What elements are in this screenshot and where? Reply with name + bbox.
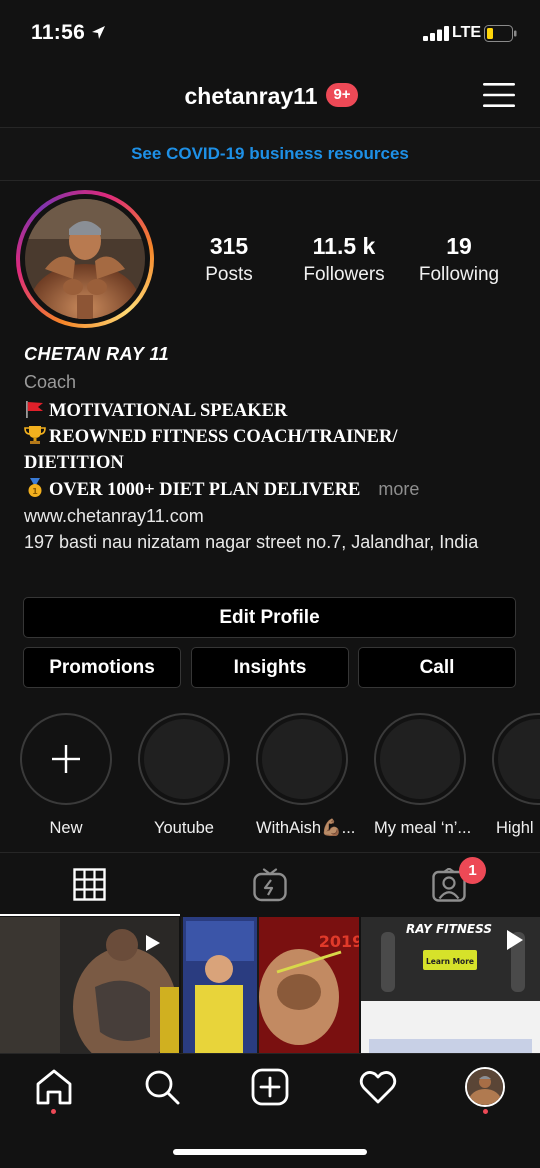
highlight-clip: Highl (492, 713, 540, 853)
bio-line-coach: REOWNED FITNESS COACH/TRAINER/ (24, 424, 524, 450)
post-brand-text: RAY FITNESS (406, 922, 492, 936)
profile-tab-bar (0, 852, 540, 916)
tagged-badge: 1 (459, 857, 486, 884)
bio-line1: MOTIVATIONAL SPEAKER (49, 401, 288, 421)
highlight-cover (498, 719, 540, 799)
post-thumbnail[interactable]: 2019 (181, 917, 359, 1055)
home-icon[interactable] (34, 1067, 74, 1107)
search-icon[interactable] (142, 1067, 182, 1107)
battery-icon (484, 25, 517, 42)
insights-button[interactable]: Insights (191, 647, 349, 688)
posts-value: 315 (209, 233, 249, 259)
highlight-cover (380, 719, 460, 799)
svg-text:1: 1 (32, 487, 38, 496)
profile-username[interactable]: chetanray11 (0, 83, 540, 110)
plus-icon (52, 745, 80, 773)
bio-more-link[interactable]: more (378, 479, 419, 499)
network-type: LTE (452, 24, 482, 41)
grid-icon (73, 868, 106, 901)
tab-grid[interactable] (0, 853, 180, 916)
following-value: 19 (446, 233, 472, 259)
menu-icon[interactable] (483, 82, 515, 108)
highlight-partial[interactable]: Highl (492, 713, 540, 838)
bio-line-diet: 1 OVER 1000+ DIET PLAN DELIVERE more (24, 476, 524, 503)
highlight-cover (262, 719, 342, 799)
post-cta-text: Learn More (426, 957, 474, 966)
bio-line-dietition: DIETITION (24, 453, 124, 473)
location-arrow-icon (92, 26, 105, 39)
active-tab-indicator (0, 914, 180, 916)
profile-header: chetanray11 9+ (0, 70, 540, 126)
trophy-icon (24, 426, 46, 444)
status-time: 11:56 (31, 21, 86, 44)
profile-avatar[interactable] (16, 190, 154, 328)
post-grid: 2019 RAY FITNESS Learn More (0, 917, 540, 1055)
highlight-circle (138, 713, 230, 805)
covid-resources-link[interactable]: See COVID-19 business resources (0, 127, 540, 181)
promotions-button[interactable]: Promotions (23, 647, 181, 688)
highlight-new[interactable]: New (20, 713, 112, 838)
highlight-label: New (49, 819, 83, 837)
tab-tagged[interactable] (360, 853, 540, 916)
profile-category: Coach (24, 372, 77, 392)
medal-icon: 1 (28, 478, 42, 497)
highlight-circle (256, 713, 348, 805)
highlight-withaish[interactable]: WithAish💪🏽... (256, 713, 356, 838)
highlight-youtube[interactable]: Youtube (138, 713, 230, 838)
bio-line4: OVER 1000+ DIET PLAN DELIVERE (49, 480, 361, 500)
highlight-my-meal[interactable]: My meal ‘n’... (374, 713, 472, 838)
highlight-label: WithAish💪🏽... (256, 819, 356, 837)
new-highlight-circle (20, 713, 112, 805)
post-thumbnail[interactable] (0, 917, 179, 1055)
highlight-label: Youtube (154, 819, 214, 837)
notification-badge[interactable]: 9+ (326, 83, 358, 107)
signal-icon (423, 26, 449, 41)
website-link[interactable]: www.chetanray11.com (24, 503, 524, 529)
profile-nav-avatar[interactable] (465, 1067, 505, 1107)
following-label: Following (418, 264, 500, 285)
heart-icon[interactable] (358, 1067, 398, 1107)
profile-active-dot (483, 1109, 488, 1114)
home-active-dot (51, 1109, 56, 1114)
home-indicator[interactable] (173, 1149, 367, 1155)
posts-label: Posts (205, 264, 253, 285)
followers-count[interactable]: 11.5 k Followers (289, 233, 399, 286)
profile-display-name: CHETAN RAY 11 (24, 344, 170, 364)
followers-label: Followers (303, 264, 385, 285)
add-post-icon[interactable] (250, 1067, 290, 1107)
post-2019-overlay: 2019 (319, 932, 359, 951)
highlight-label: Highl (496, 819, 534, 837)
highlight-circle (374, 713, 466, 805)
following-count[interactable]: 19 Following (404, 233, 514, 286)
bio-line-speaker: MOTIVATIONAL SPEAKER (24, 398, 524, 424)
profile-bio: CHETAN RAY 11 Coach MOTIVATIONAL SPEAKER… (24, 344, 524, 555)
status-bar: 11:56 LTE (0, 0, 540, 66)
highlight-label: My meal ‘n’... (374, 819, 472, 837)
business-address[interactable]: 197 basti nau nizatam nagar street no.7,… (24, 529, 524, 555)
posts-count[interactable]: 315 Posts (174, 233, 284, 286)
tab-igtv[interactable] (180, 853, 360, 916)
bio-line2: REOWNED FITNESS COACH/TRAINER/ (49, 427, 398, 447)
avatar-photo (25, 199, 145, 319)
red-flag-icon (26, 401, 43, 418)
post-thumbnail[interactable]: RAY FITNESS Learn More (361, 917, 540, 1055)
edit-profile-button[interactable]: Edit Profile (23, 597, 516, 638)
call-button[interactable]: Call (358, 647, 516, 688)
igtv-icon (253, 868, 287, 902)
highlight-circle (492, 713, 540, 805)
followers-value: 11.5 k (312, 233, 376, 259)
highlight-cover (144, 719, 224, 799)
